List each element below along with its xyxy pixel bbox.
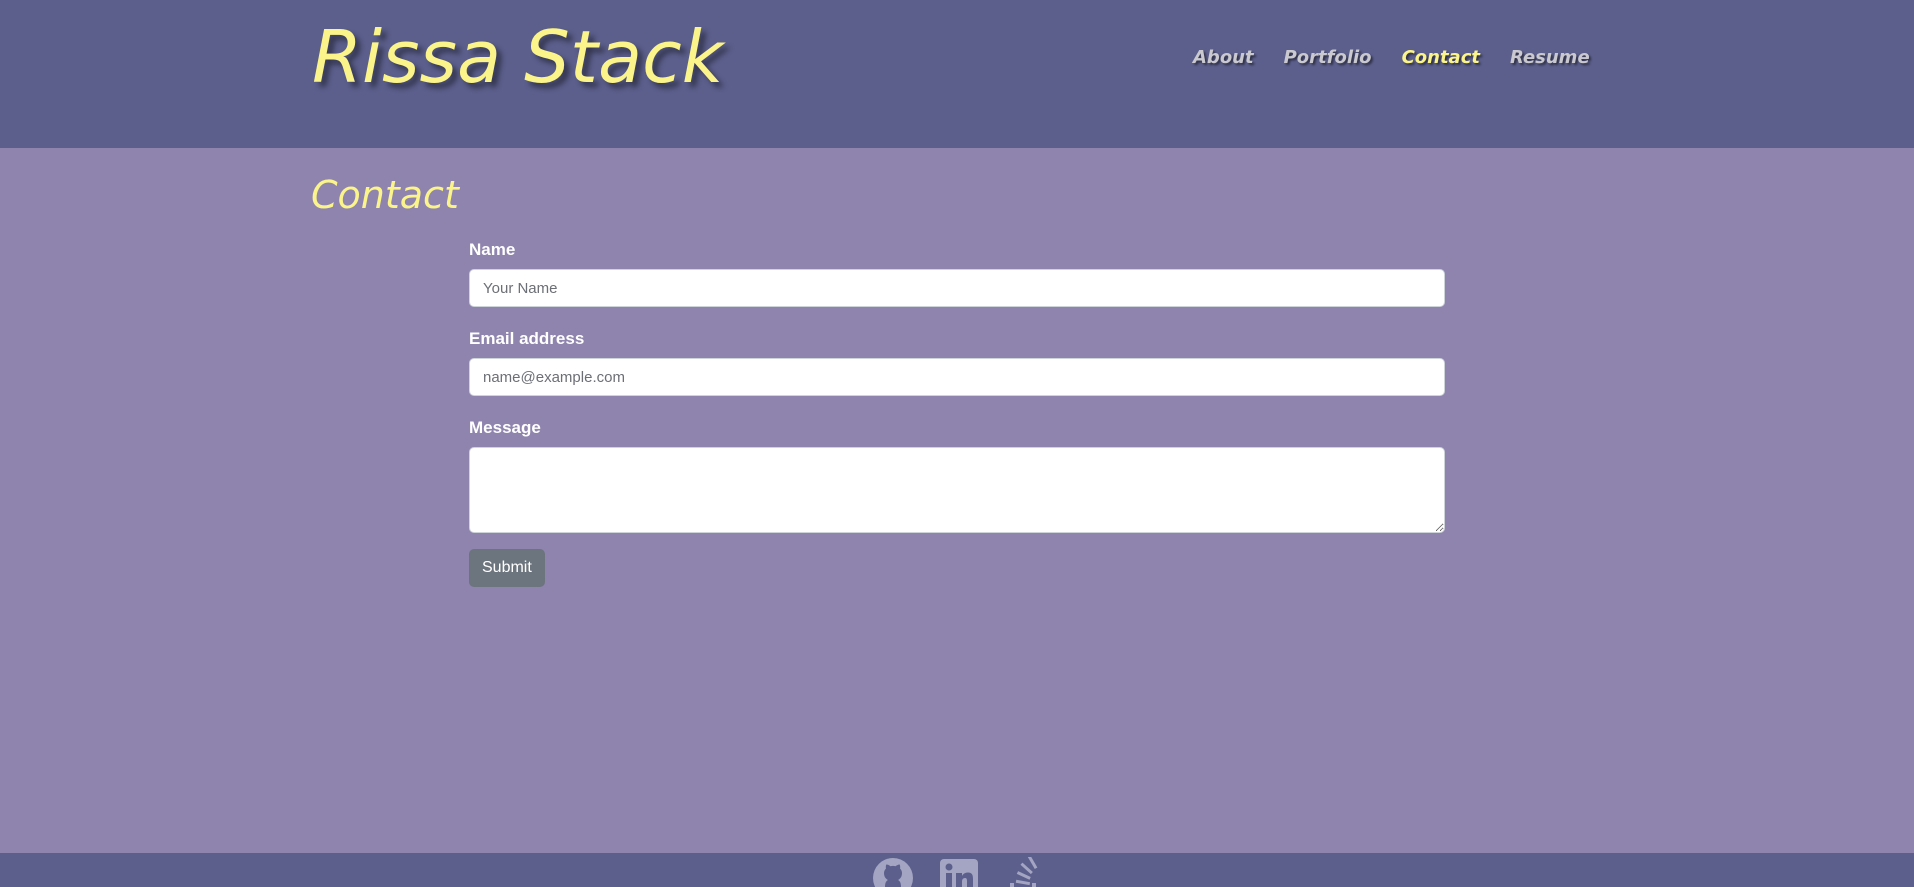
- email-input[interactable]: [469, 358, 1445, 396]
- site-brand[interactable]: Rissa Stack: [312, 12, 723, 102]
- github-link[interactable]: [872, 857, 914, 887]
- stackoverflow-link[interactable]: [1004, 857, 1046, 887]
- github-icon: [872, 857, 914, 887]
- stackoverflow-icon: [1004, 857, 1046, 887]
- page-title: Contact: [311, 173, 459, 217]
- contact-form: Name Email address Message Submit: [469, 237, 1445, 587]
- name-label: Name: [469, 240, 516, 259]
- nav-about[interactable]: About: [1193, 46, 1254, 70]
- nav-portfolio[interactable]: Portfolio: [1284, 46, 1372, 70]
- social-links: [872, 857, 1046, 887]
- nav-resume[interactable]: Resume: [1510, 46, 1590, 70]
- message-textarea[interactable]: [469, 447, 1445, 533]
- linkedin-icon: [938, 857, 980, 887]
- email-label: Email address: [469, 329, 585, 348]
- nav-contact[interactable]: Contact: [1402, 46, 1480, 70]
- name-input[interactable]: [469, 269, 1445, 307]
- site-header: Rissa Stack About Portfolio Contact Resu…: [0, 0, 1914, 148]
- main-nav: About Portfolio Contact Resume: [1193, 46, 1620, 70]
- linkedin-link[interactable]: [938, 857, 980, 887]
- site-footer: [0, 853, 1914, 887]
- message-label: Message: [469, 418, 541, 437]
- submit-button[interactable]: Submit: [469, 549, 545, 587]
